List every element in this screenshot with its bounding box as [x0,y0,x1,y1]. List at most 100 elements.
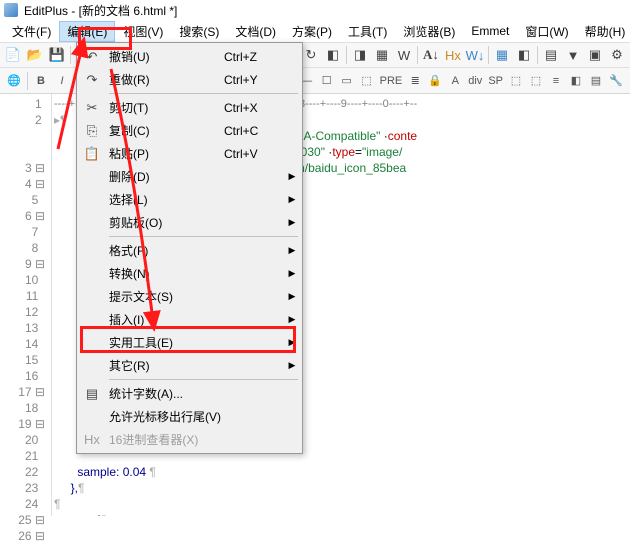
format-button[interactable]: ▤ [586,70,606,90]
browser-icon[interactable]: 🌐 [4,71,24,91]
format-button[interactable]: ≡ [546,71,566,91]
line-number: 9 ⊟ [0,256,45,272]
submenu-arrow-icon: ▶ [284,337,300,348]
line-number: 14 [0,336,45,352]
menu-entry[interactable]: ▤统计字数(A)... [79,382,300,405]
menu-entry-icon: ↷ [79,72,105,88]
format-button[interactable]: ⬚ [357,70,377,90]
menu-item[interactable]: 工具(T) [340,21,395,42]
new-file-icon[interactable]: 📄 [2,44,24,66]
line-number: 19 ⊟ [0,416,45,432]
menu-item[interactable]: 视图(V) [115,21,171,42]
separator [70,46,71,64]
menu-entry[interactable]: 转换(N)▶ [79,262,300,285]
line-number: 26 ⊟ [0,528,45,544]
format-button[interactable]: SP [485,71,506,91]
menu-item[interactable]: 文档(D) [227,21,284,42]
line-number: 22 [0,464,45,480]
menu-entry-shortcut: Ctrl+C [224,124,284,138]
menu-entry[interactable]: 其它(R)▶ [79,354,300,377]
menu-entry[interactable]: ↷重做(R)Ctrl+Y [79,68,300,91]
menu-item[interactable]: 窗口(W) [517,21,576,42]
format-button[interactable]: PRE [377,71,406,91]
toolbar-icon[interactable]: Hx [442,44,464,66]
menu-entry-label: 统计字数(A)... [105,385,224,402]
menu-entry-label: 撤销(U) [105,48,224,65]
menu-entry[interactable]: ⎘复制(C)Ctrl+C [79,119,300,142]
submenu-arrow-icon: ▶ [284,314,300,325]
menu-entry-icon: ⎘ [79,123,105,139]
menu-entry[interactable]: 格式(F)▶ [79,239,300,262]
toolbar-icon[interactable]: W [393,44,415,66]
toolbar-icon[interactable]: ▼ [562,44,584,66]
toolbar-icon[interactable]: ◨ [349,44,371,66]
format-button[interactable]: ◧ [566,70,586,90]
menu-entry[interactable]: 选择(L)▶ [79,188,300,211]
format-button[interactable]: 🔒 [425,70,445,90]
line-number: 7 [0,224,45,240]
toolbar-icon[interactable]: ▦ [491,44,513,66]
menu-item[interactable]: 编辑(E) [59,21,115,42]
menu-item[interactable]: 搜索(S) [171,21,227,42]
toolbar-icon[interactable]: ◧ [322,44,344,66]
line-number: 1 [0,96,45,112]
menu-entry-icon: ✂ [79,100,105,116]
menu-entry-icon: ↶ [79,49,105,65]
separator [537,46,538,64]
bold-button[interactable]: B [31,71,51,91]
toolbar-icon[interactable]: ▣ [584,44,606,66]
toolbar-icon[interactable]: ▦ [371,44,393,66]
menu-entry-label: 剪切(T) [105,99,224,116]
line-number: 21 [0,448,45,464]
toolbar-icon[interactable]: A↓ [420,44,442,66]
menu-entry-label: 提示文本(S) [105,288,224,305]
line-number [0,144,45,160]
menu-entry[interactable]: 提示文本(S)▶ [79,285,300,308]
toolbar-icon[interactable]: ◧ [513,44,535,66]
italic-button[interactable]: I [52,71,72,91]
separator [417,46,418,64]
menu-entry-label: 16进制查看器(X) [105,431,224,448]
code-line: cus: {¶ [54,512,630,516]
menu-entry-label: 转换(N) [105,265,224,282]
menu-entry[interactable]: 剪贴板(O)▶ [79,211,300,234]
open-file-icon[interactable]: 📂 [24,44,46,66]
format-button[interactable]: ⬚ [526,70,546,90]
menu-item[interactable]: 方案(P) [284,21,340,42]
save-icon[interactable]: 💾 [46,44,68,66]
format-button[interactable]: div [465,71,485,91]
format-button[interactable]: ☐ [317,70,337,90]
toolbar-icon[interactable]: W↓ [464,44,486,66]
menu-entry-label: 格式(F) [105,242,224,259]
menu-entry[interactable]: 插入(I)▶ [79,308,300,331]
menu-item[interactable]: Emmet [463,22,517,40]
format-button[interactable]: ▭ [337,70,357,90]
edit-menu-dropdown: ↶撤销(U)Ctrl+Z↷重做(R)Ctrl+Y ✂剪切(T)Ctrl+X⎘复制(… [76,42,303,454]
toolbar-icon[interactable]: ▤ [540,44,562,66]
menu-item[interactable]: 文件(F) [4,21,59,42]
format-button[interactable]: ⬚ [506,70,526,90]
app-icon [4,3,18,17]
menu-entry[interactable]: 📋粘贴(P)Ctrl+V [79,142,300,165]
toolbar-icon[interactable]: ⚙ [606,44,628,66]
menu-item[interactable]: 浏览器(B) [395,21,463,42]
line-number: 8 [0,240,45,256]
menu-entry[interactable]: 删除(D)▶ [79,165,300,188]
separator [346,46,347,64]
menu-item[interactable]: 帮助(H) [577,21,630,42]
menu-entry-icon: Hx [79,432,105,447]
line-number: 11 [0,288,45,304]
format-button[interactable]: ≣ [405,70,425,90]
menu-entry[interactable]: 允许光标移出行尾(V) [79,405,300,428]
menu-entry[interactable]: 实用工具(E)▶ [79,331,300,354]
menu-separator [109,236,298,237]
menu-entry[interactable]: ↶撤销(U)Ctrl+Z [79,45,300,68]
submenu-arrow-icon: ▶ [284,217,300,228]
menu-entry[interactable]: ✂剪切(T)Ctrl+X [79,96,300,119]
toolbar-icon[interactable]: ↻ [300,44,322,66]
code-line: },¶ [54,480,630,496]
menu-entry-icon: ▤ [79,386,105,402]
menu-entry: Hx16进制查看器(X) [79,428,300,451]
format-button[interactable]: A [445,71,465,91]
format-button[interactable]: 🔧 [606,70,626,90]
